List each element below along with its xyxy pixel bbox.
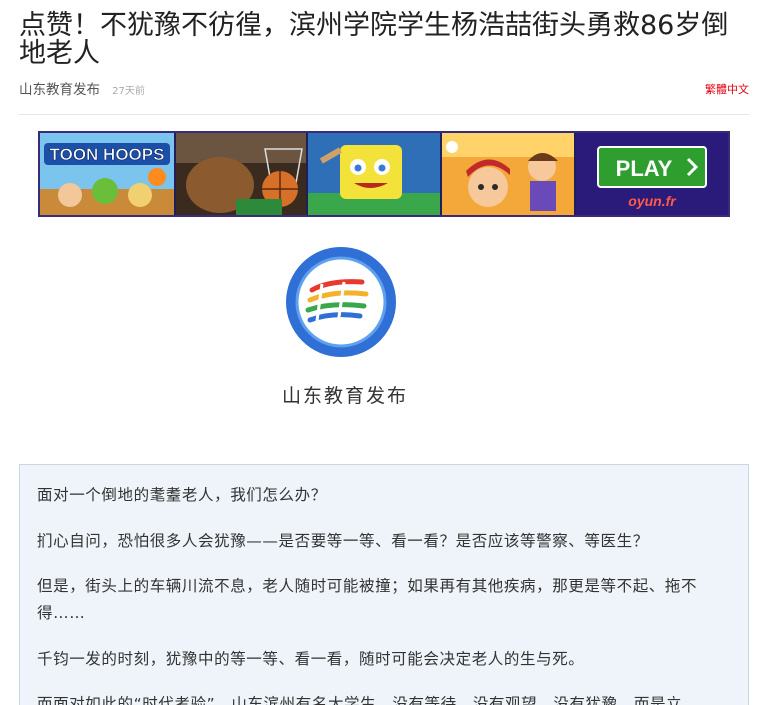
author-link[interactable]: 山东教育发布 [19, 82, 100, 98]
ad-tile-play: PLAY oyun.fr [576, 133, 728, 215]
article-meta: 山东教育发布 27天前 繁體中文 [19, 80, 749, 100]
divider [19, 114, 749, 115]
paragraph-2: 扪心自问，恐怕很多人会犹豫——是否要等一等、看一看？是否应该等警察、等医生？ [37, 532, 649, 550]
shandong-education-logo-icon [286, 247, 396, 357]
toon-hoops-logo-text: TOON HOOPS [50, 145, 165, 164]
publish-time: 27天前 [112, 86, 145, 97]
traditional-chinese-toggle[interactable]: 繁體中文 [705, 80, 749, 100]
paragraph-5: 而面对如此的“时代考验”，山东滨州有名大学生，没有等待，没有观望，没有犹豫，而是… [37, 695, 683, 705]
article-title: 点赞！不犹豫不彷徨，滨州学院学生杨浩喆街头勇救86岁倒地老人 [19, 10, 729, 69]
ad-tile-sponge [308, 133, 440, 215]
logo-caption: 山东教育发布 [281, 385, 408, 407]
play-button-label: PLAY [616, 156, 673, 181]
paragraph-1: 面对一个倒地的耄耋老人，我们怎么办？ [37, 486, 327, 504]
article-body: 面对一个倒地的耄耋老人，我们怎么办？ 扪心自问，恐怕很多人会犹豫——是否要等一等… [19, 464, 749, 705]
brand-oyun: oyun.fr [628, 193, 677, 209]
banner-ad-artwork: TOON HOOPS PLAY oyun.fr [40, 133, 728, 215]
paragraph-4: 千钧一发的时刻，犹豫中的等一等、看一看，随时可能会决定老人的生与死。 [37, 650, 585, 668]
publisher-logo: 山东教育发布 [270, 244, 420, 414]
article-page: 点赞！不犹豫不彷徨，滨州学院学生杨浩喆街头勇救86岁倒地老人 山东教育发布 27… [0, 0, 766, 705]
paragraph-3: 但是，街头上的车辆川流不息，老人随时可能被撞；如果再有其他疾病，那更是等不起、拖… [37, 577, 698, 622]
ad-tile-kids [442, 133, 574, 215]
ad-tile-toon-hoops: TOON HOOPS [40, 133, 174, 215]
banner-ad[interactable]: TOON HOOPS PLAY oyun.fr [38, 131, 730, 217]
ad-tile-basketball [176, 133, 306, 215]
